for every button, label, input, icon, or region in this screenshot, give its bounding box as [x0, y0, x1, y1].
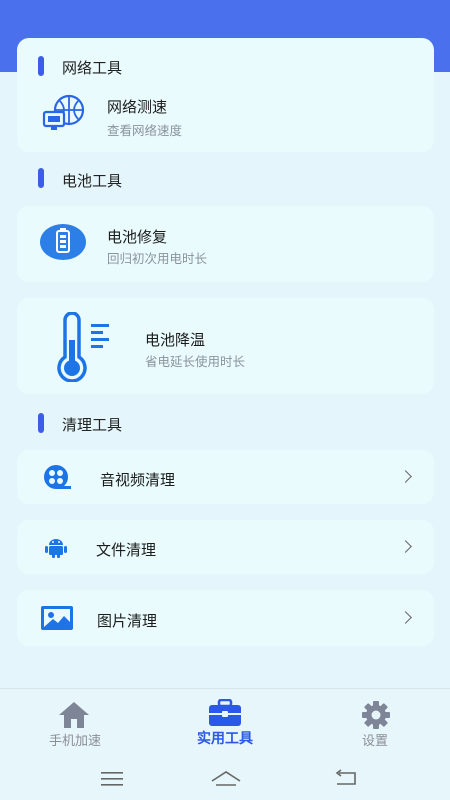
nav-label-phone-boost: 手机加速: [48, 733, 101, 748]
file-clean-title: 文件清理: [96, 542, 157, 559]
section-title-network: 网络工具: [62, 60, 123, 77]
gear-icon: [362, 701, 390, 729]
chevron-right-icon: [399, 470, 412, 483]
thermometer-icon: [57, 312, 109, 382]
nav-label-tools: 实用工具: [197, 730, 253, 746]
image-clean-title: 图片清理: [97, 613, 158, 630]
image-clean-item[interactable]: 图片清理: [17, 590, 434, 646]
network-speed-icon: [42, 94, 85, 130]
android-icon: [45, 539, 67, 558]
section-indicator: [38, 413, 44, 433]
film-reel-icon: [44, 465, 71, 489]
battery-cooling-title: 电池降温: [145, 332, 206, 349]
battery-icon: [40, 224, 86, 260]
battery-repair-title: 电池修复: [107, 229, 168, 246]
nav-item-phone-boost[interactable]: 手机加速: [0, 689, 150, 753]
section-indicator: [38, 168, 44, 188]
audio-video-clean-title: 音视频清理: [100, 472, 176, 489]
toolbox-icon: [209, 699, 241, 726]
section-indicator: [38, 56, 44, 76]
chevron-right-icon: [399, 611, 412, 624]
network-speed-title: 网络测速: [107, 99, 168, 116]
home-icon: [59, 702, 89, 728]
bottom-nav: 手机加速 实用工具 设置: [0, 688, 450, 800]
audio-video-clean-item[interactable]: 音视频清理: [17, 450, 434, 504]
home-outline-icon[interactable]: [210, 769, 242, 787]
battery-cooling-item[interactable]: 电池降温 省电延长使用时长: [17, 298, 434, 394]
network-tools-card: 网络工具 网络测速 查看网络速度: [17, 38, 434, 152]
chevron-right-icon: [399, 540, 412, 553]
nav-label-settings: 设置: [361, 733, 388, 748]
battery-cooling-subtitle: 省电延长使用时长: [145, 355, 246, 369]
nav-item-tools[interactable]: 实用工具: [150, 689, 300, 753]
battery-repair-item[interactable]: 电池修复 回归初次用电时长: [17, 206, 434, 282]
menu-icon[interactable]: [101, 771, 123, 787]
back-icon[interactable]: [333, 769, 357, 787]
battery-repair-subtitle: 回归初次用电时长: [107, 252, 208, 266]
section-title-clean: 清理工具: [62, 417, 123, 434]
nav-item-settings[interactable]: 设置: [300, 689, 450, 753]
network-speed-item[interactable]: 网络测速 查看网络速度: [17, 82, 434, 142]
section-title-battery: 电池工具: [62, 173, 123, 190]
network-speed-subtitle: 查看网络速度: [107, 124, 183, 138]
image-icon: [41, 606, 73, 630]
file-clean-item[interactable]: 文件清理: [17, 520, 434, 574]
